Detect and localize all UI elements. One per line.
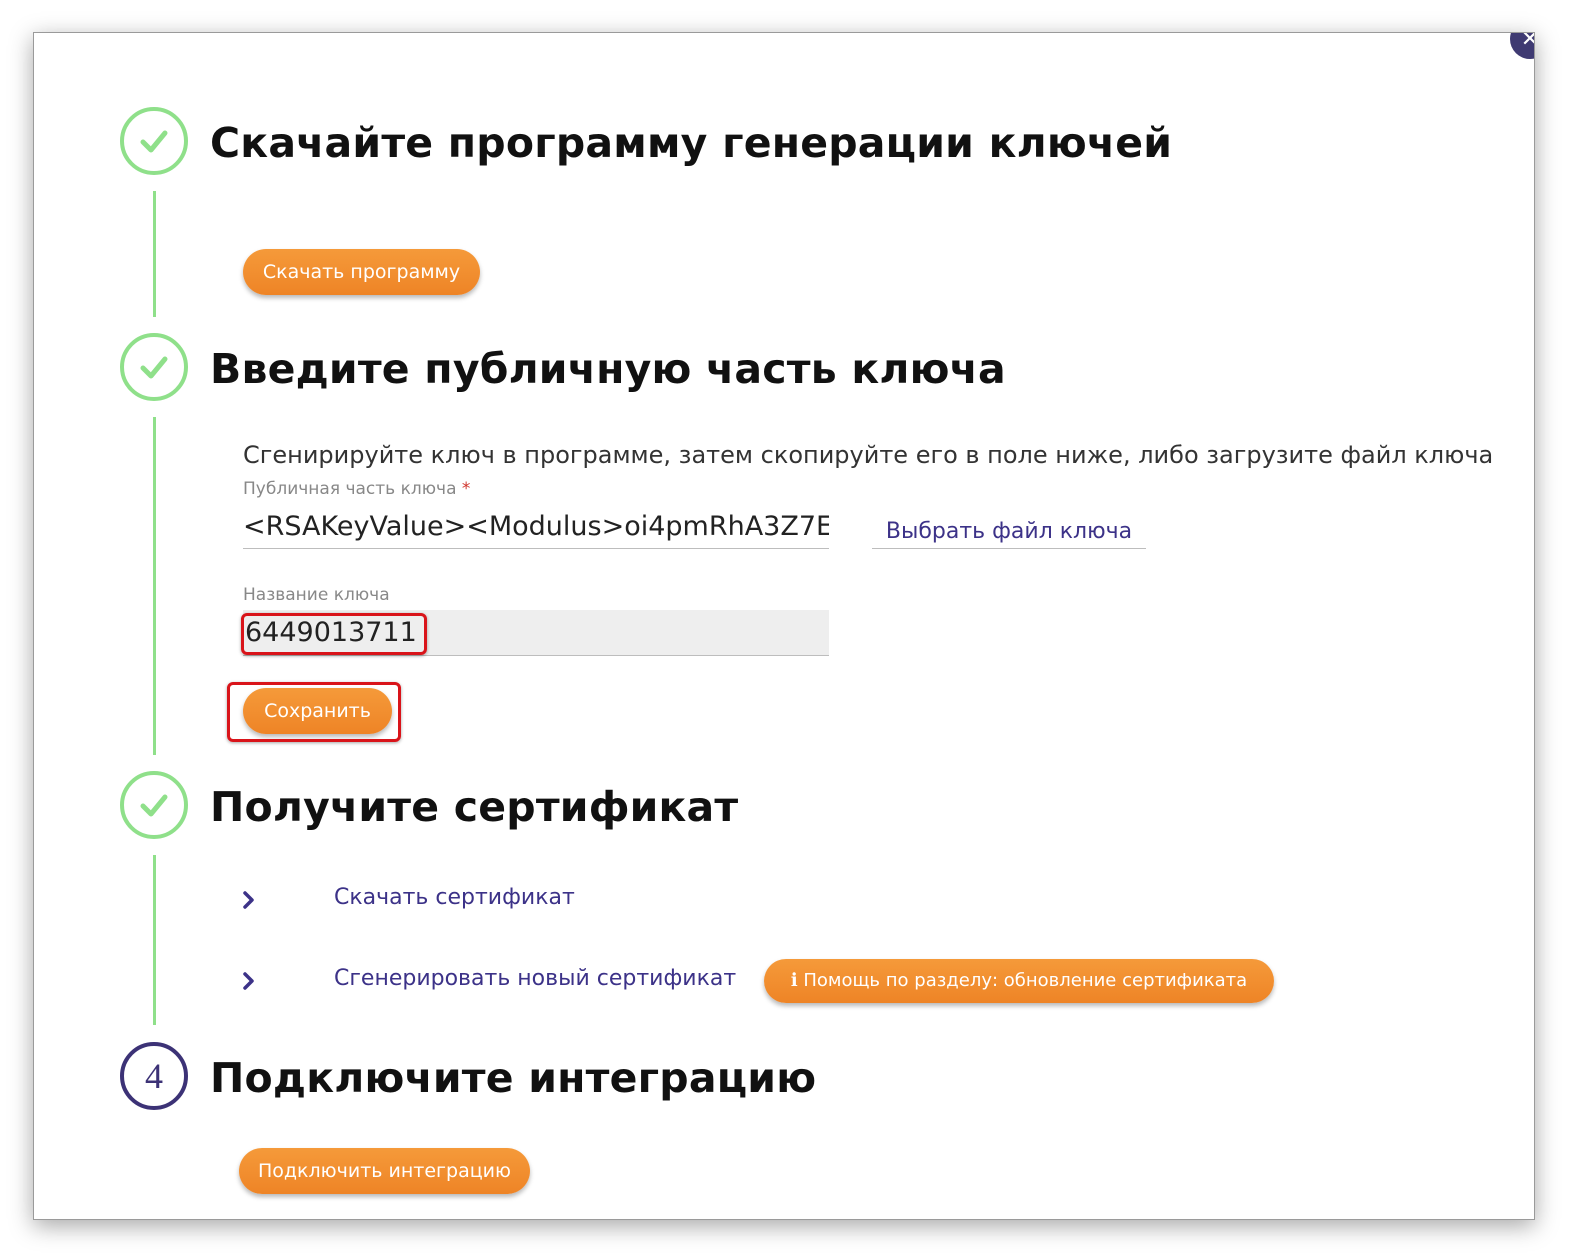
download-program-button[interactable]: Скачать программу bbox=[243, 249, 480, 295]
step-4-title: Подключите интеграцию bbox=[210, 1054, 817, 1102]
step-connector bbox=[153, 191, 156, 317]
step-connector bbox=[153, 855, 156, 1025]
step-connector bbox=[153, 417, 156, 755]
public-key-input[interactable] bbox=[243, 505, 829, 549]
key-name-label: Название ключа bbox=[243, 585, 390, 605]
required-mark: * bbox=[461, 479, 471, 499]
step-1-title: Скачайте программу генерации ключей bbox=[210, 119, 1173, 167]
public-key-label: Публичная часть ключа * bbox=[243, 479, 470, 499]
integration-dialog: ✕ Скачайте программу генерации ключей Ск… bbox=[33, 32, 1535, 1220]
step-4-number: 4 bbox=[120, 1042, 188, 1110]
instruction-text: Сгенирируйте ключ в программе, затем ско… bbox=[243, 441, 1494, 469]
download-certificate-row[interactable] bbox=[242, 885, 256, 915]
save-button-highlight bbox=[227, 682, 401, 742]
connect-integration-button[interactable]: Подключить интеграцию bbox=[239, 1148, 530, 1194]
chevron-right-icon bbox=[243, 972, 254, 990]
chevron-right-icon bbox=[243, 891, 254, 909]
generate-certificate-link[interactable]: Сгенерировать новый сертификат bbox=[334, 966, 736, 991]
generate-certificate-row[interactable] bbox=[242, 966, 256, 996]
close-icon[interactable]: ✕ bbox=[1510, 33, 1534, 59]
choose-key-file-link[interactable]: Выбрать файл ключа bbox=[872, 519, 1146, 549]
step-2-check-icon bbox=[120, 333, 188, 401]
step-1-check-icon bbox=[120, 107, 188, 175]
public-key-label-text: Публичная часть ключа bbox=[243, 479, 457, 499]
step-2-title: Введите публичную часть ключа bbox=[210, 345, 1006, 393]
step-3-title: Получите сертификат bbox=[210, 783, 739, 831]
download-certificate-link[interactable]: Скачать сертификат bbox=[334, 885, 575, 910]
key-name-highlight bbox=[241, 613, 427, 655]
help-certificate-button[interactable]: ℹ Помощь по разделу: обновление сертифик… bbox=[764, 959, 1274, 1003]
step-3-check-icon bbox=[120, 771, 188, 839]
